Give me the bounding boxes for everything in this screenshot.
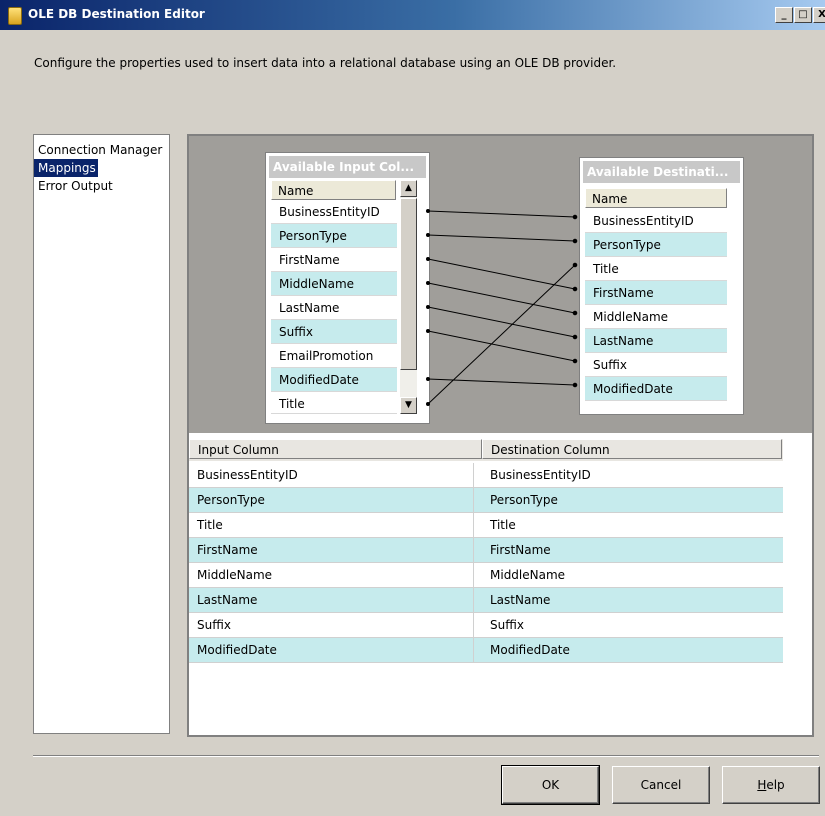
destination-column-cell[interactable]: PersonType: [482, 488, 790, 512]
database-destination-icon: [8, 7, 22, 25]
maximize-icon[interactable]: □: [794, 7, 812, 23]
help-label: elp: [766, 778, 785, 792]
mapping-diagram: Available Input Col... Name BusinessEnti…: [189, 136, 812, 433]
mapping-line-persontype[interactable]: [427, 234, 576, 242]
table-row[interactable]: Suffix Suffix: [189, 613, 783, 638]
mapping-line-modifieddate[interactable]: [427, 378, 576, 386]
help-mnemonic: H: [757, 778, 767, 792]
table-row[interactable]: LastName LastName: [189, 588, 783, 613]
input-column-header[interactable]: Input Column: [189, 439, 482, 459]
input-column-cell[interactable]: MiddleName: [189, 563, 474, 587]
table-row[interactable]: BusinessEntityID BusinessEntityID: [189, 463, 783, 488]
mappings-grid: Input Column Destination Column Business…: [189, 433, 812, 735]
mapping-line-title[interactable]: [427, 264, 576, 405]
mapping-line-middlename[interactable]: [427, 282, 576, 314]
ok-button[interactable]: OK: [501, 765, 600, 805]
destination-column-cell[interactable]: Suffix: [482, 613, 790, 637]
table-row[interactable]: MiddleName MiddleName: [189, 563, 783, 588]
destination-column-header[interactable]: Destination Column: [482, 439, 782, 459]
destination-column-cell[interactable]: ModifiedDate: [482, 638, 790, 662]
input-column-cell[interactable]: Suffix: [189, 613, 474, 637]
table-row[interactable]: FirstName FirstName: [189, 538, 783, 563]
help-button[interactable]: Help: [722, 766, 820, 804]
input-column-cell[interactable]: LastName: [189, 588, 474, 612]
input-column-cell[interactable]: PersonType: [189, 488, 474, 512]
destination-column-cell[interactable]: Title: [482, 513, 790, 537]
input-column-cell[interactable]: FirstName: [189, 538, 474, 562]
title-bar[interactable]: OLE DB Destination Editor _ □ X: [0, 0, 825, 30]
destination-column-cell[interactable]: MiddleName: [482, 563, 790, 587]
mapping-line-businessentityid[interactable]: [427, 210, 576, 218]
destination-column-cell[interactable]: BusinessEntityID: [482, 463, 790, 487]
close-icon[interactable]: X: [813, 7, 825, 23]
page-navigation: Connection Manager Mappings Error Output: [33, 134, 170, 734]
input-column-cell[interactable]: BusinessEntityID: [189, 463, 474, 487]
cancel-button[interactable]: Cancel: [612, 766, 710, 804]
grid-header: Input Column Destination Column: [189, 439, 783, 461]
destination-column-cell[interactable]: LastName: [482, 588, 790, 612]
table-row[interactable]: ModifiedDate ModifiedDate: [189, 638, 783, 663]
destination-column-cell[interactable]: FirstName: [482, 538, 790, 562]
nav-item-mappings[interactable]: Mappings: [34, 159, 98, 177]
mapping-line-suffix[interactable]: [427, 330, 576, 362]
editor-description: Configure the properties used to insert …: [34, 56, 617, 70]
minimize-icon[interactable]: _: [775, 7, 793, 23]
table-row[interactable]: Title Title: [189, 513, 783, 538]
table-row[interactable]: PersonType PersonType: [189, 488, 783, 513]
window-title: OLE DB Destination Editor: [28, 7, 205, 21]
nav-item-error-output[interactable]: Error Output: [34, 177, 115, 195]
mapping-line-firstname[interactable]: [427, 258, 576, 290]
input-column-cell[interactable]: Title: [189, 513, 474, 537]
footer-divider: [33, 755, 819, 757]
mapping-line-lastname[interactable]: [427, 306, 576, 338]
mapping-lines: [426, 209, 578, 406]
input-column-cell[interactable]: ModifiedDate: [189, 638, 474, 662]
nav-item-connection-manager[interactable]: Connection Manager: [34, 141, 164, 159]
